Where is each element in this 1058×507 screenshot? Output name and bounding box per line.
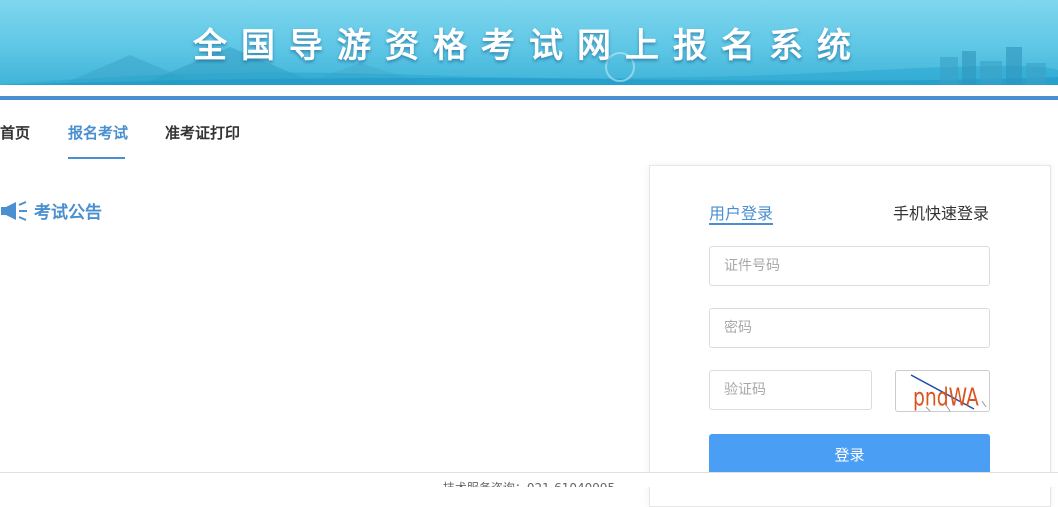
id-number-input[interactable] [709,246,990,286]
captcha-input[interactable] [709,370,872,410]
password-input[interactable] [709,308,990,348]
login-button[interactable]: 登录 [709,434,990,474]
nav-item-admission-ticket[interactable]: 准考证打印 [165,122,240,143]
captcha-graphic: pndWA [910,374,987,412]
nav-active-indicator [68,157,125,159]
nav-item-home[interactable]: 首页 [0,122,30,143]
notice-title[interactable]: 考试公告 [34,198,102,223]
tab-user-login[interactable]: 用户登录 [709,200,773,224]
tab-phone-quick-login[interactable]: 手机快速登录 [893,200,989,224]
nav-item-register-exam[interactable]: 报名考试 [68,122,128,143]
main-nav: 首页 报名考试 准考证打印 [0,100,640,160]
captcha-image[interactable]: pndWA [895,370,990,412]
footer: 技术服务咨询：021-61040995 [0,472,1058,487]
header-banner: 全国导游资格考试网上报名系统 [0,0,1058,85]
tab-active-indicator [709,223,773,225]
login-panel: 用户登录 手机快速登录 pndWA 登录 [649,165,1051,507]
captcha-text: pndWA [913,383,979,412]
megaphone-icon [1,201,27,221]
site-title: 全国导游资格考试网上报名系统 [193,26,865,66]
